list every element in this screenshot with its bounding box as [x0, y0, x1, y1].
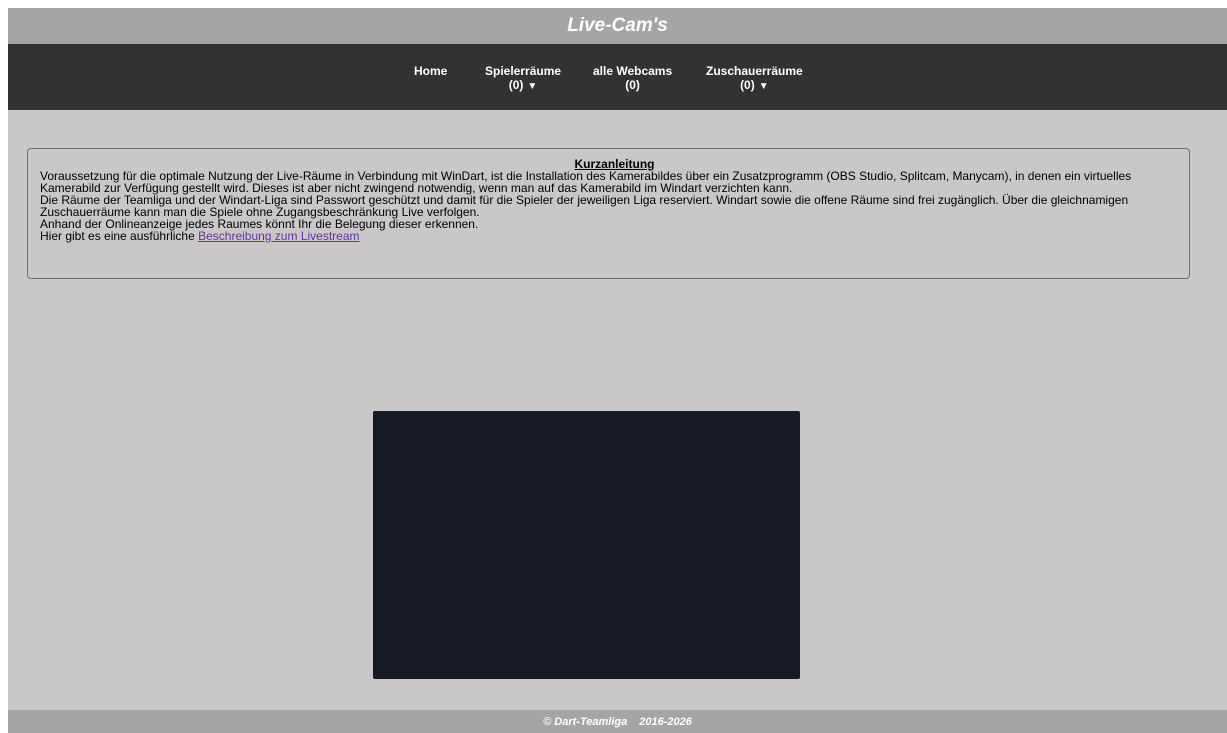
nav-home-label: Home: [414, 64, 448, 78]
nav-spielerraeume-count-row: (0) ▼: [485, 78, 561, 94]
nav-spielerraeume-label: Spielerräume: [485, 64, 562, 78]
nav-zuschauerraeume-count-row: (0) ▼: [706, 78, 803, 94]
dropdown-arrow-icon: ▼: [758, 81, 769, 92]
nav-webcams-label: alle Webcams: [593, 64, 673, 78]
dropdown-arrow-icon: ▼: [527, 81, 538, 92]
title-bar: Live-Cam's: [8, 8, 1227, 44]
footer: © Dart-Teamliga 2016-2026: [8, 710, 1227, 733]
info-link-prefix: Hier gibt es eine ausführliche: [40, 229, 199, 243]
page-frame: Live-Cam's Home Spielerräume (0) ▼ alle W…: [8, 8, 1227, 733]
site-title: Live-Cam's: [567, 15, 668, 36]
info-box: Kurzanleitung Voraussetzung für die opti…: [27, 148, 1190, 279]
nav-spielerraeume-count: (0): [508, 78, 524, 92]
nav-webcams[interactable]: alle Webcams (0): [593, 64, 672, 92]
footer-copyright: © Dart-Teamliga: [543, 715, 628, 728]
nav-zuschauerraeume[interactable]: Zuschauerräume (0) ▼: [706, 64, 803, 94]
nav-spielerraeume[interactable]: Spielerräume (0) ▼: [485, 64, 561, 94]
nav-bar: Home Spielerräume (0) ▼ alle Webcams (0) …: [8, 44, 1227, 110]
nav-zuschauerraeume-label: Zuschauerräume: [706, 64, 803, 78]
video-player[interactable]: [373, 411, 800, 679]
nav-home[interactable]: Home: [414, 64, 447, 78]
nav-zuschauerraeume-count: (0): [740, 78, 755, 92]
livestream-description-link[interactable]: Beschreibung zum Livestream: [198, 229, 359, 243]
info-line-last: Hier gibt es eine ausführliche Beschreib…: [40, 230, 1189, 242]
nav-webcams-count: (0): [625, 78, 640, 92]
footer-years: 2016-2026: [639, 715, 692, 728]
